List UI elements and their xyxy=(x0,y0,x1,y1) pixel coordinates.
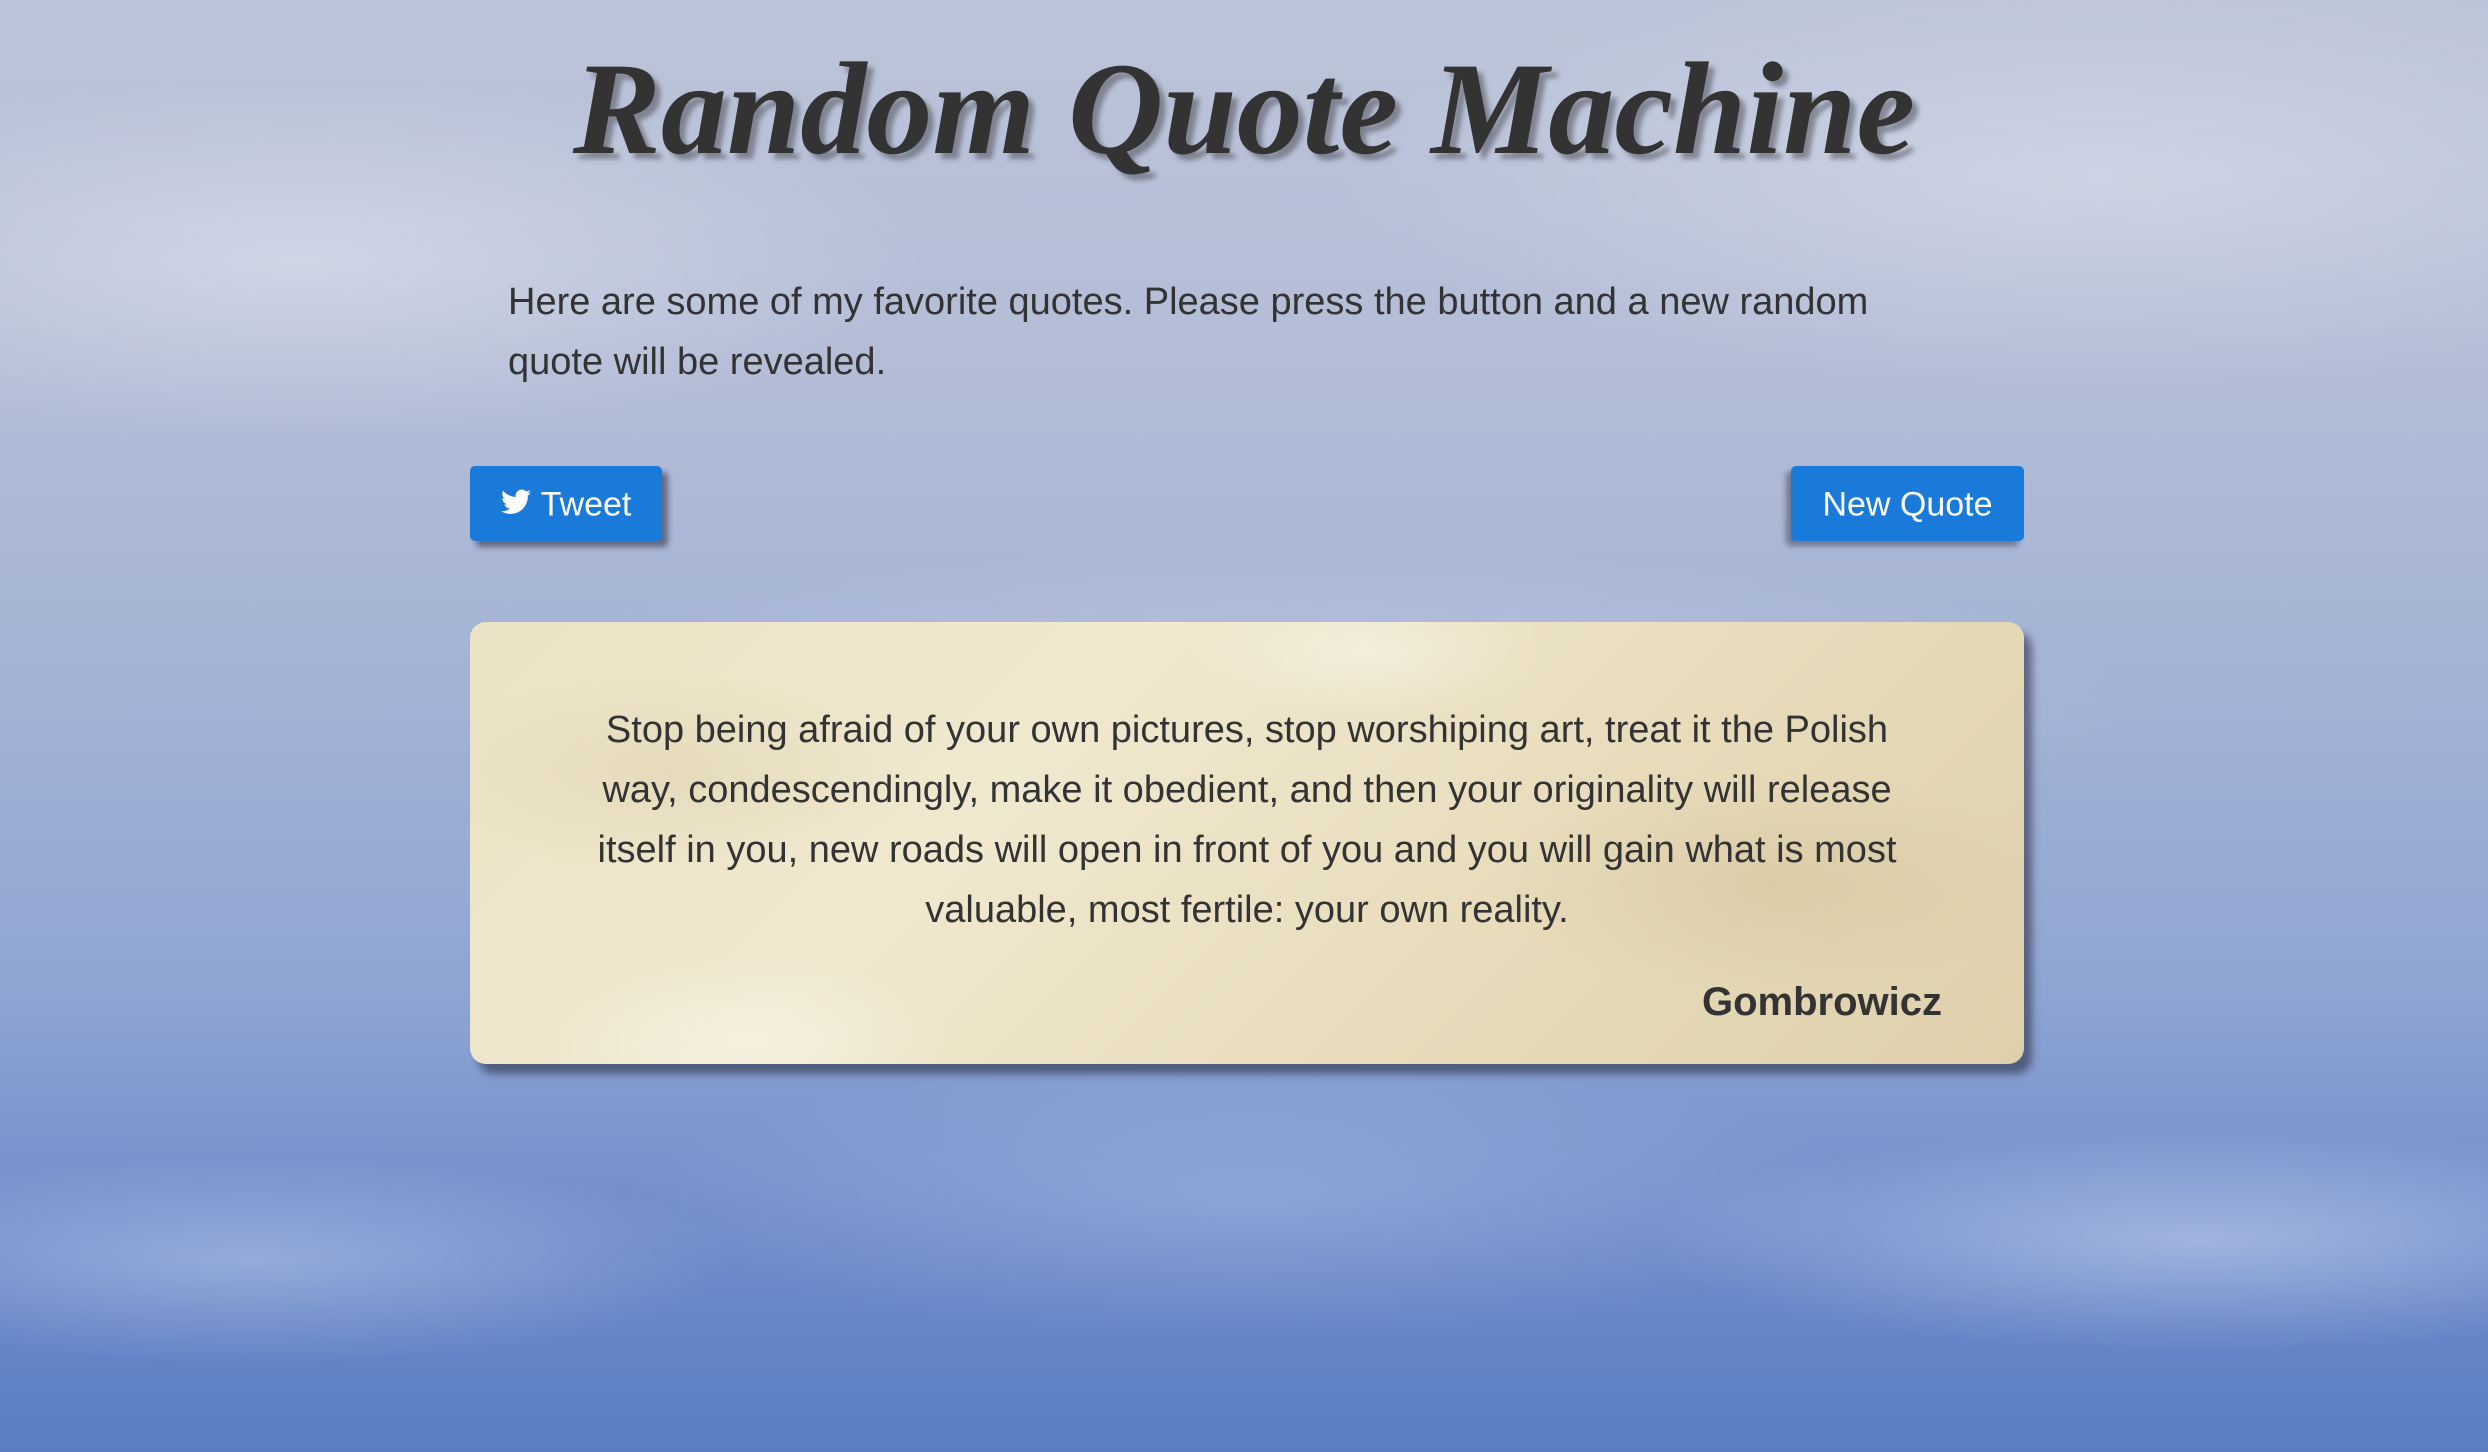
twitter-bird-icon xyxy=(500,489,531,514)
tweet-button-label: Tweet xyxy=(540,485,632,524)
intro-text: Here are some of my favorite quotes. Ple… xyxy=(508,281,1869,383)
page-title: Random Quote Machine xyxy=(572,35,1916,182)
new-quote-button-label: New Quote xyxy=(1822,485,1993,524)
quote-card: Stop being afraid of your own pictures, … xyxy=(470,622,2024,1064)
quote-text: Stop being afraid of your own pictures, … xyxy=(597,709,1897,931)
quote-author: Gombrowicz xyxy=(1701,980,1942,1024)
tweet-button[interactable]: Tweet xyxy=(470,466,662,541)
new-quote-button[interactable]: New Quote xyxy=(1791,466,2024,541)
